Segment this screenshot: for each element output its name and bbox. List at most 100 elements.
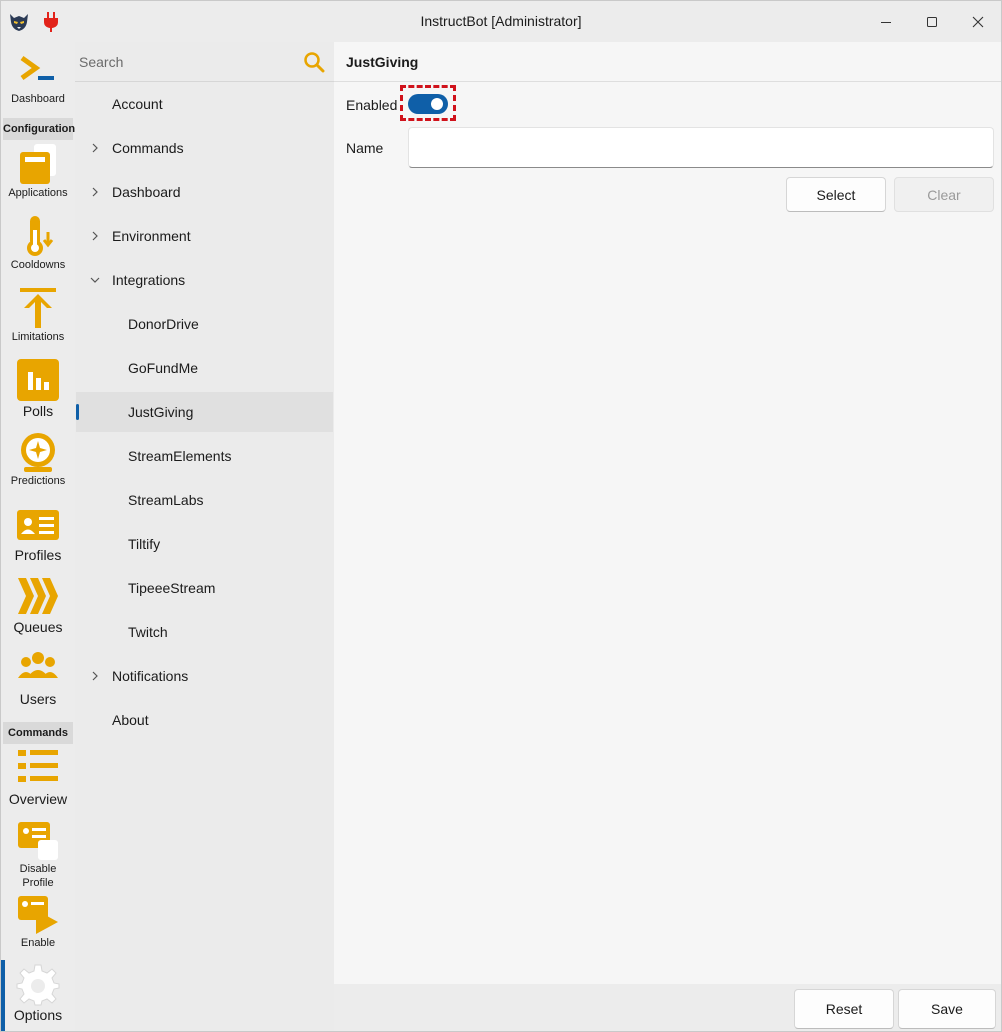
content-header: JustGiving (334, 42, 1001, 82)
close-button[interactable] (955, 1, 1001, 42)
chevron-right-icon[interactable] (90, 142, 100, 154)
nav-item-justgiving[interactable]: JustGiving (76, 392, 333, 432)
nav-item-label: StreamLabs (128, 492, 204, 508)
nav-item-label: GoFundMe (128, 360, 199, 376)
nav-item-integrations[interactable]: Integrations (76, 260, 333, 300)
rail-cooldowns-label: Cooldowns (10, 259, 66, 271)
nav-item-label: JustGiving (128, 404, 194, 420)
disable-profile-icon (18, 822, 58, 860)
nav-item-label: DonorDrive (128, 316, 199, 332)
select-button[interactable]: Select (786, 177, 886, 212)
nav-item-label: Account (112, 96, 163, 112)
rail-dashboard-label: Dashboard (11, 93, 65, 105)
rail-applications[interactable]: Applications (1, 142, 75, 200)
upload-arrow-icon (20, 288, 56, 328)
rail-overview[interactable]: Overview (1, 746, 75, 808)
minimize-icon (881, 21, 891, 23)
rail-queues[interactable]: Queues (1, 574, 75, 636)
poll-chart-icon (17, 359, 59, 401)
chevron-right-icon[interactable] (90, 230, 100, 242)
title-bar: InstructBot [Administrator] (1, 1, 1001, 42)
nav-item-label: TipeeeStream (128, 580, 216, 596)
rail-disable-label-line1: Disable (19, 863, 57, 875)
predictions-icon (21, 433, 55, 472)
nav-item-account[interactable]: Account (76, 84, 333, 124)
rail-disable-label-line2: Profile (22, 877, 54, 889)
nav-item-streamlabs[interactable]: StreamLabs (76, 480, 333, 520)
rail-enable-label: Enable (20, 937, 56, 949)
gear-icon (16, 964, 60, 1006)
enabled-label: Enabled (346, 97, 398, 113)
rail-polls[interactable]: Polls (1, 358, 75, 420)
rail-overview-label: Overview (8, 791, 68, 807)
rail-profiles[interactable]: Profiles (1, 502, 75, 564)
list-overview-icon (18, 750, 58, 782)
rail-predictions-label: Predictions (10, 475, 66, 487)
rail-users-label: Users (19, 691, 57, 707)
chevron-right-icon[interactable] (90, 670, 100, 682)
rail-cooldowns[interactable]: Cooldowns (1, 214, 75, 272)
name-label: Name (346, 140, 384, 156)
nav-item-label: Notifications (112, 668, 189, 684)
nav-item-tiltify[interactable]: Tiltify (76, 524, 333, 564)
left-rail: Dashboard Configuration Applications Coo… (1, 42, 75, 1031)
queue-chevrons-icon (18, 578, 58, 614)
window-title: InstructBot [Administrator] (420, 13, 582, 29)
nav-item-notifications[interactable]: Notifications (76, 656, 333, 696)
rail-options[interactable]: Options (1, 962, 75, 1024)
nav-item-gofundme[interactable]: GoFundMe (76, 348, 333, 388)
users-group-icon (18, 652, 58, 678)
name-input[interactable] (408, 127, 994, 168)
page-title: JustGiving (346, 54, 419, 70)
nav-item-tipeeestream[interactable]: TipeeeStream (76, 568, 333, 608)
nav-item-donordrive[interactable]: DonorDrive (76, 304, 333, 344)
rail-disable-profile[interactable]: Disable Profile (1, 818, 75, 890)
applications-icon (20, 144, 56, 184)
rail-limitations-label: Limitations (11, 331, 65, 343)
save-button[interactable]: Save (898, 989, 996, 1029)
nav-item-label: About (112, 712, 149, 728)
selection-indicator (76, 404, 79, 420)
clear-button[interactable]: Clear (894, 177, 994, 212)
app-window: InstructBot [Administrator] Dashboard Co… (0, 0, 1002, 1032)
minimize-button[interactable] (863, 1, 909, 42)
maximize-icon (927, 16, 937, 27)
nav-item-streamelements[interactable]: StreamElements (76, 436, 333, 476)
settings-nav-panel: Account Commands Dashboard Environment I… (75, 42, 334, 1031)
content-pane: JustGiving Enabled Name Select Clear Res… (334, 42, 1001, 1031)
nav-item-label: Environment (112, 228, 191, 244)
nav-item-commands[interactable]: Commands (76, 128, 333, 168)
terminal-icon (20, 55, 54, 81)
enabled-toggle-highlight (400, 85, 456, 121)
nav-item-twitch[interactable]: Twitch (76, 612, 333, 652)
thermometer-icon (27, 216, 54, 256)
reset-button[interactable]: Reset (794, 989, 894, 1029)
nav-item-dashboard[interactable]: Dashboard (76, 172, 333, 212)
nav-item-label: Commands (112, 140, 184, 156)
chevron-down-icon[interactable] (90, 274, 100, 286)
nav-item-about[interactable]: About (76, 700, 333, 740)
rail-section-commands: Commands (3, 722, 73, 744)
nav-item-label: Dashboard (112, 184, 181, 200)
rail-dashboard[interactable]: Dashboard (1, 48, 75, 106)
rail-predictions[interactable]: Predictions (1, 430, 75, 488)
nav-item-label: StreamElements (128, 448, 232, 464)
nav-item-environment[interactable]: Environment (76, 216, 333, 256)
maximize-button[interactable] (909, 1, 955, 42)
profile-card-icon (17, 510, 59, 540)
enable-profile-icon (18, 896, 58, 934)
close-icon (972, 16, 984, 27)
rail-limitations[interactable]: Limitations (1, 286, 75, 344)
rail-profiles-label: Profiles (14, 547, 62, 563)
chevron-right-icon[interactable] (90, 186, 100, 198)
search-input[interactable] (79, 50, 299, 74)
search-box (75, 42, 334, 82)
rail-section-configuration: Configuration (3, 118, 75, 140)
rail-enable[interactable]: Enable (1, 892, 75, 950)
rail-users[interactable]: Users (1, 646, 75, 708)
search-icon[interactable] (303, 51, 325, 73)
nav-item-label: Integrations (112, 272, 186, 288)
enabled-toggle[interactable] (408, 94, 448, 114)
nav-item-label: Tiltify (128, 536, 161, 552)
rail-applications-label: Applications (8, 187, 68, 199)
